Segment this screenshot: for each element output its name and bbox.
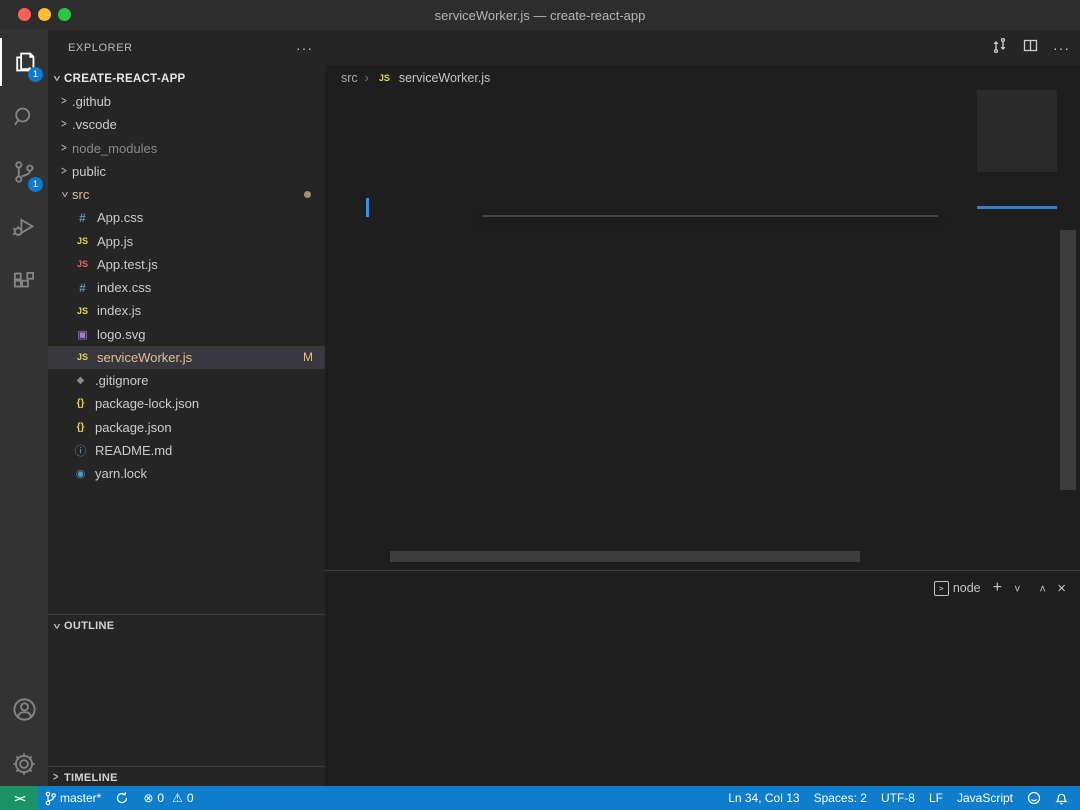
breadcrumb-folder[interactable]: src bbox=[341, 71, 358, 85]
tree-file-index.js[interactable]: JS index.js bbox=[48, 299, 325, 322]
timeline-title: TIMELINE bbox=[64, 771, 118, 784]
vertical-scrollbar[interactable] bbox=[1058, 90, 1078, 570]
split-editor-icon[interactable] bbox=[1022, 37, 1039, 59]
explorer-title: EXPLORER bbox=[68, 42, 133, 54]
explorer-more-actions-icon[interactable]: ··· bbox=[296, 40, 313, 56]
terminal-dropdown-icon[interactable]: > bbox=[1011, 585, 1024, 592]
terminal-icon: > bbox=[933, 580, 949, 596]
account-icon[interactable] bbox=[0, 685, 48, 733]
breadcrumb-file[interactable]: serviceWorker.js bbox=[399, 71, 490, 85]
settings-gear-icon[interactable] bbox=[0, 740, 48, 788]
terminal-shell-selector[interactable]: > node bbox=[933, 580, 981, 596]
source-control-badge: 1 bbox=[28, 177, 43, 192]
zoom-traffic-light[interactable] bbox=[58, 8, 71, 21]
feedback-smiley-icon[interactable] bbox=[1020, 786, 1048, 810]
window-title: serviceWorker.js — create-react-app bbox=[434, 7, 646, 23]
status-bar: >< master* ⊗ 0 ⚠ 0 Ln 34, Col 13 Spaces:… bbox=[0, 786, 1080, 810]
explorer-sidebar: EXPLORER ··· > CREATE-REACT-APP > .github… bbox=[48, 30, 325, 786]
activity-bar: 1 1 bbox=[0, 30, 48, 786]
tree-file-index.css[interactable]: # index.css bbox=[48, 276, 325, 299]
outline-section-header[interactable]: > OUTLINE bbox=[48, 615, 325, 637]
file-tree: > .github > .vscode > node_modules > public > src… bbox=[48, 90, 325, 485]
extensions-icon[interactable] bbox=[0, 258, 48, 306]
indentation[interactable]: Spaces: 2 bbox=[807, 786, 874, 810]
cursor-position[interactable]: Ln 34, Col 13 bbox=[721, 786, 806, 810]
error-count: 0 bbox=[157, 791, 165, 805]
tree-folder-src[interactable]: > src bbox=[48, 183, 325, 206]
tree-folder-.github[interactable]: > .github bbox=[48, 90, 325, 113]
minimap-current-line bbox=[977, 206, 1057, 209]
tree-file-App.js[interactable]: JS App.js bbox=[48, 230, 325, 253]
current-line-indicator bbox=[366, 198, 369, 217]
tree-file-README.md[interactable]: ⓘ README.md bbox=[48, 439, 325, 462]
source-control-icon[interactable]: 1 bbox=[0, 148, 48, 196]
chevron-down-icon: > bbox=[49, 623, 63, 629]
tree-folder-public[interactable]: > public bbox=[48, 160, 325, 183]
warning-count: 0 bbox=[186, 791, 194, 805]
project-root-label: CREATE-REACT-APP bbox=[64, 72, 186, 85]
git-branch-item[interactable]: master* bbox=[38, 786, 108, 810]
open-changes-icon[interactable] bbox=[991, 37, 1008, 59]
intellisense-popup bbox=[483, 215, 938, 217]
vscode-window: serviceWorker.js — create-react-app 1 1 bbox=[0, 0, 1080, 810]
editor-tab-bar bbox=[325, 30, 1080, 65]
minimap[interactable] bbox=[977, 90, 1057, 560]
breadcrumb: src › JS serviceWorker.js bbox=[325, 65, 1080, 90]
search-icon[interactable] bbox=[0, 93, 48, 141]
vertical-scrollbar-thumb[interactable] bbox=[1060, 230, 1076, 490]
horizontal-scrollbar-thumb[interactable] bbox=[390, 551, 860, 562]
tree-folder-.vscode[interactable]: > .vscode bbox=[48, 113, 325, 136]
shell-label: node bbox=[952, 581, 981, 595]
code-editor[interactable] bbox=[325, 90, 975, 570]
tree-file-logo.svg[interactable]: ▣ logo.svg bbox=[48, 323, 325, 346]
tree-file-App.test.js[interactable]: JS App.test.js bbox=[48, 253, 325, 276]
chevron-right-icon: > bbox=[53, 770, 59, 785]
minimize-traffic-light[interactable] bbox=[38, 8, 51, 21]
editor-actions: ··· bbox=[991, 30, 1070, 65]
breadcrumb-separator: › bbox=[364, 70, 369, 85]
error-icon: ⊗ bbox=[143, 791, 154, 805]
encoding[interactable]: UTF-8 bbox=[874, 786, 922, 810]
tree-file-package-lock.json[interactable]: {} package-lock.json bbox=[48, 392, 325, 415]
project-root-row[interactable]: > CREATE-REACT-APP bbox=[48, 67, 325, 90]
js-file-icon: JS bbox=[378, 72, 390, 83]
tree-file-package.json[interactable]: {} package.json bbox=[48, 416, 325, 439]
title-bar: serviceWorker.js — create-react-app bbox=[0, 0, 1080, 30]
notifications-bell-icon[interactable] bbox=[1048, 786, 1080, 810]
outline-title: OUTLINE bbox=[64, 620, 115, 632]
new-terminal-button[interactable]: + bbox=[993, 579, 1002, 597]
tree-file-yarn.lock[interactable]: ◉ yarn.lock bbox=[48, 462, 325, 485]
more-actions-icon[interactable]: ··· bbox=[1053, 40, 1070, 56]
problems-item[interactable]: ⊗ 0 ⚠ 0 bbox=[136, 786, 200, 810]
explorer-badge: 1 bbox=[28, 67, 43, 82]
tree-file-.gitignore[interactable]: ◆ .gitignore bbox=[48, 369, 325, 392]
maximize-panel-icon[interactable]: > bbox=[1035, 585, 1048, 592]
eol-sequence[interactable]: LF bbox=[922, 786, 950, 810]
warning-icon: ⚠ bbox=[172, 791, 183, 805]
close-traffic-light[interactable] bbox=[18, 8, 31, 21]
chevron-down-icon: > bbox=[49, 75, 63, 82]
close-panel-icon[interactable]: × bbox=[1057, 580, 1066, 597]
tree-file-serviceWorker.js[interactable]: JS serviceWorker.js M bbox=[48, 345, 325, 369]
timeline-section-header[interactable]: > TIMELINE bbox=[48, 766, 325, 786]
explorer-header: EXPLORER ··· bbox=[48, 30, 325, 66]
tree-folder-node_modules[interactable]: > node_modules bbox=[48, 137, 325, 160]
branch-name: master* bbox=[60, 791, 102, 805]
tree-file-App.css[interactable]: # App.css bbox=[48, 206, 325, 229]
bottom-panel: > node + > > × bbox=[325, 570, 1080, 786]
run-debug-icon[interactable] bbox=[0, 203, 48, 251]
remote-indicator[interactable]: >< bbox=[0, 786, 38, 810]
explorer-icon[interactable]: 1 bbox=[0, 38, 48, 86]
language-mode[interactable]: JavaScript bbox=[950, 786, 1020, 810]
panel-actions: > node + > > × bbox=[933, 571, 1066, 605]
sync-button[interactable] bbox=[108, 786, 136, 810]
